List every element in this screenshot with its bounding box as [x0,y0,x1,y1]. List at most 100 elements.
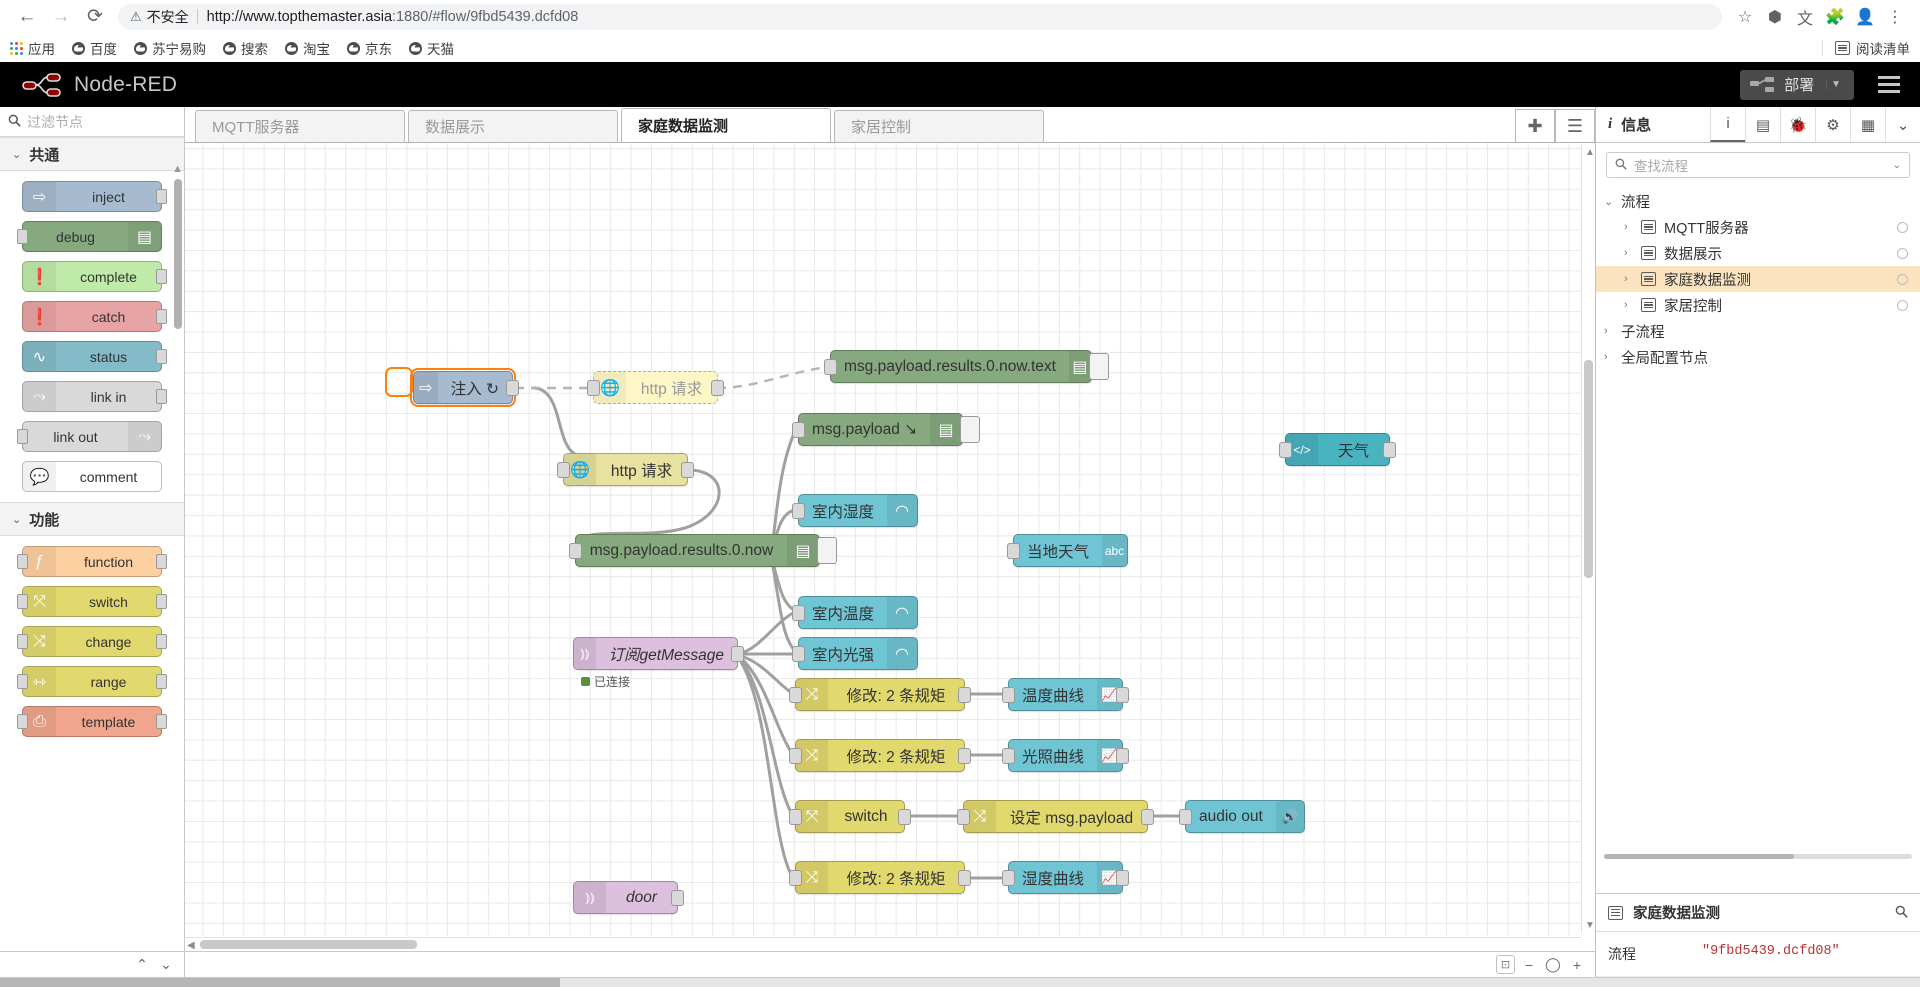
tree-horizontal-scrollbar[interactable] [1604,854,1912,859]
output-port[interactable] [156,674,167,689]
input-port[interactable] [1179,809,1192,825]
reading-list-area[interactable]: 阅读清单 [1822,38,1910,58]
output-port[interactable] [898,809,911,825]
palette-filter[interactable]: 过滤节点 [0,107,184,137]
bookmark-apps[interactable]: 应用 [10,38,55,58]
palette-node-change[interactable]: ⤨ change [17,626,167,657]
input-port[interactable] [789,809,802,825]
output-port[interactable] [156,594,167,609]
canvas-vertical-scrollbar[interactable]: ▲ ▼ [1581,145,1595,933]
tree-group-global-config[interactable]: › 全局配置节点 [1596,344,1920,370]
flow-node-local-weather-text[interactable]: 当地天气 abc [1007,534,1128,567]
output-port[interactable] [156,389,167,404]
canvas-horizontal-scrollbar[interactable]: ◀ [185,937,1581,951]
input-port[interactable] [1002,687,1015,703]
enable-toggle-icon[interactable] [1897,247,1908,259]
output-port[interactable] [958,748,971,764]
enable-toggle-icon[interactable] [1897,299,1908,311]
input-port[interactable] [569,543,582,559]
output-port[interactable] [156,309,167,324]
flow-node-humidity-chart[interactable]: 湿度曲线 📈 [1002,861,1129,894]
palette-node-inject[interactable]: ⇨ inject [22,181,167,212]
list-flows-button[interactable]: ☰ [1555,109,1595,142]
flow-node-weather-template[interactable]: </> 天气 [1279,433,1396,466]
flow-node-debug-payload[interactable]: msg.payload ↘ ▤ [792,413,980,446]
input-port[interactable] [557,462,570,478]
bookmark-jd[interactable]: 京东 [347,38,392,58]
input-port[interactable] [17,674,28,689]
tree-item-mqtt-server[interactable]: › MQTT服务器 [1596,214,1920,240]
flow-node-mqtt-door[interactable]: ⦆⦆ door [573,881,684,914]
input-port[interactable] [792,503,805,519]
output-port[interactable] [156,349,167,364]
tab-home-control[interactable]: 家居控制 [834,110,1044,142]
output-port[interactable] [156,634,167,649]
output-port[interactable] [156,269,167,284]
palette-node-template[interactable]: ⎙ template [17,706,167,737]
flow-node-switch[interactable]: ⤧ switch [789,800,911,833]
palette-node-link-out[interactable]: link out ⤳ [17,421,162,452]
flow-node-mqtt-subscribe[interactable]: ⦆⦆ 订阅getMessage [573,637,744,670]
output-port[interactable] [958,687,971,703]
zoom-reset-button[interactable]: ◯ [1543,955,1563,975]
enable-toggle-icon[interactable] [1897,273,1908,285]
palette-node-switch[interactable]: ⤧ switch [17,586,167,617]
debug-toggle-button[interactable] [1089,353,1109,380]
sidebar-tab-more[interactable]: ⌄ [1885,107,1920,142]
input-port[interactable] [17,229,28,244]
tree-group-subflows[interactable]: › 子流程 [1596,318,1920,344]
output-port[interactable] [156,714,167,729]
flow-node-change-3[interactable]: ⤨ 修改: 2 条规矩 [789,861,971,894]
palette-node-catch[interactable]: ❗ catch [22,301,167,332]
input-port[interactable] [1002,748,1015,764]
output-port[interactable] [1116,748,1129,764]
bookmark-tmall[interactable]: 天猫 [409,38,454,58]
flow-node-debug-text[interactable]: msg.payload.results.0.now.text ▤ [824,350,1109,383]
navigator-toggle-button[interactable]: ⊡ [1496,955,1515,974]
flow-node-indoor-temperature-gauge[interactable]: 室内温度 ◠ [792,596,918,629]
node-red-logo[interactable]: Node-RED [22,73,177,97]
deploy-button[interactable]: 部署 ▼ [1740,69,1854,100]
input-port[interactable] [17,714,28,729]
reload-button[interactable]: ⟳ [78,2,112,32]
input-port[interactable] [17,594,28,609]
palette-category-common[interactable]: ⌄ 共通 [0,137,184,171]
input-port[interactable] [17,429,28,444]
flow-search-input[interactable]: 查找流程 ⌄ [1606,152,1910,178]
page-bottom-scrollbar[interactable] [0,977,1920,987]
flow-node-indoor-humidity-gauge[interactable]: 室内湿度 ◠ [792,494,918,527]
zoom-out-button[interactable]: − [1519,955,1539,975]
palette-node-comment[interactable]: 💬 comment [22,461,162,492]
input-port[interactable] [1279,442,1292,458]
tab-data-display[interactable]: 数据展示 [408,110,618,142]
flow-node-audio-out[interactable]: audio out 🔊 [1179,800,1305,833]
input-port[interactable] [824,359,837,375]
horizontal-scroll-thumb[interactable] [200,940,417,949]
output-port[interactable] [1116,687,1129,703]
tree-item-home-data-monitor[interactable]: › 家庭数据监测 [1596,266,1920,292]
scroll-up-icon[interactable]: ▲ [1585,147,1595,158]
input-port[interactable] [792,422,805,438]
address-bar[interactable]: ⚠ 不安全 http://www.topthemaster.asia:1880/… [118,3,1722,30]
flow-canvas[interactable]: ⇨ 注入 ↻ 🌐 http 请求 msg.payload.results.0.n… [185,143,1581,935]
tree-item-data-display[interactable]: › 数据展示 [1596,240,1920,266]
palette-node-range[interactable]: ⇿ range [17,666,167,697]
profile-icon[interactable]: 👤 [1850,2,1880,32]
bookmark-search[interactable]: 搜索 [223,38,268,58]
sidebar-tab-help[interactable]: ▤ [1745,107,1780,142]
enable-toggle-icon[interactable] [1897,221,1908,233]
output-port[interactable] [1116,870,1129,886]
deploy-caret-icon[interactable]: ▼ [1826,79,1850,90]
input-port[interactable] [792,605,805,621]
puzzle-icon[interactable]: 🧩 [1820,2,1850,32]
palette-node-debug[interactable]: debug ▤ [17,221,162,252]
flow-node-light-chart[interactable]: 光照曲线 📈 [1002,739,1129,772]
palette-expand-icon[interactable]: ⌄ [156,955,176,975]
flow-canvas-wrapper[interactable]: ⇨ 注入 ↻ 🌐 http 请求 msg.payload.results.0.n… [185,143,1595,951]
input-port[interactable] [792,646,805,662]
tab-home-data-monitor[interactable]: 家庭数据监测 [621,108,831,142]
chevron-down-icon[interactable]: ⌄ [1893,160,1901,171]
debug-toggle-button[interactable] [960,416,980,443]
main-menu-button[interactable] [1870,72,1908,97]
flow-node-indoor-light-gauge[interactable]: 室内光强 ◠ [792,637,918,670]
